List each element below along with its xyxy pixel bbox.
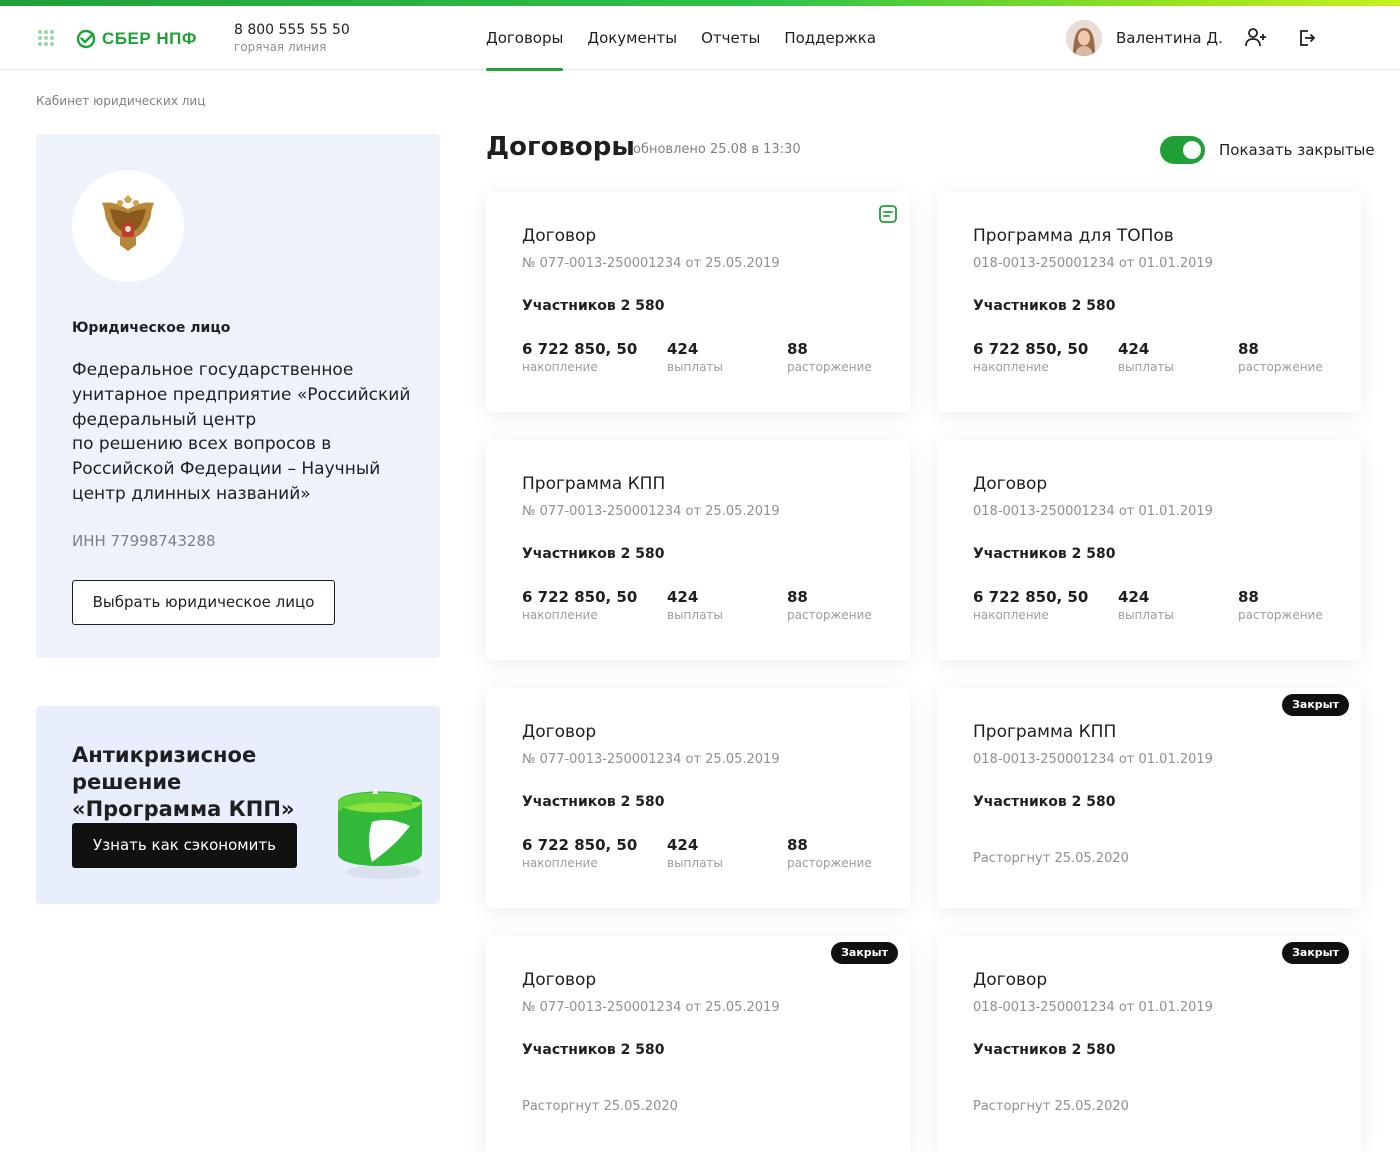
logout-icon[interactable]: [1294, 25, 1320, 51]
sber-logo-icon: [76, 29, 96, 49]
contract-card[interactable]: Закрыт Договор 018-0013-250001234 от 01.…: [937, 936, 1361, 1152]
user-photo-icon: [1066, 20, 1102, 56]
stat-savings: 6 722 850, 50 накопление: [522, 836, 638, 870]
contract-card[interactable]: Закрыт Договор № 077-0013-250001234 от 2…: [486, 936, 910, 1152]
card-number: № 077-0013-250001234 от 25.05.2019: [522, 256, 780, 271]
entity-name: Федеральное государственное унитарное пр…: [72, 360, 411, 504]
card-title: Договор: [973, 474, 1048, 494]
stat-payouts: 424 выплаты: [1118, 588, 1174, 622]
app-header: СБЕР НПФ 8 800 555 55 50 горячая линия Д…: [0, 6, 1400, 71]
contract-card[interactable]: Договор 018-0013-250001234 от 01.01.2019…: [937, 440, 1361, 660]
hotline-label: горячая линия: [234, 40, 327, 54]
terminated-date: Расторгнут 25.05.2020: [973, 851, 1129, 866]
card-participants: Участников 2 580: [973, 298, 1116, 314]
card-number: 018-0013-250001234 от 01.01.2019: [973, 504, 1213, 519]
stat-payouts: 424 выплаты: [1118, 340, 1174, 374]
nav-support[interactable]: Поддержка: [784, 6, 876, 70]
add-user-icon[interactable]: [1243, 25, 1269, 51]
closed-badge: Закрыт: [1282, 694, 1349, 716]
card-number: № 077-0013-250001234 от 25.05.2019: [522, 504, 780, 519]
stat-payouts: 424 выплаты: [667, 836, 723, 870]
avatar[interactable]: [1066, 20, 1102, 56]
nav-reports[interactable]: Отчеты: [701, 6, 760, 70]
contract-card[interactable]: Договор № 077-0013-250001234 от 25.05.20…: [486, 192, 910, 412]
card-number: 018-0013-250001234 от 01.01.2019: [973, 256, 1213, 271]
card-participants: Участников 2 580: [973, 546, 1116, 562]
show-closed-toggle[interactable]: [1160, 136, 1205, 164]
contract-card[interactable]: Закрыт Программа КПП 018-0013-250001234 …: [937, 688, 1361, 908]
nav-documents[interactable]: Документы: [587, 6, 677, 70]
user-area: Валентина Д.: [1066, 20, 1320, 56]
entity-panel: Юридическое лицо Федеральное государстве…: [36, 134, 440, 658]
stat-termination: 88 расторжение: [787, 588, 872, 622]
stat-termination: 88 расторжение: [787, 836, 872, 870]
user-name[interactable]: Валентина Д.: [1116, 29, 1223, 47]
logo-text: СБЕР НПФ: [102, 29, 197, 48]
stat-payouts: 424 выплаты: [667, 588, 723, 622]
card-number: № 077-0013-250001234 от 25.05.2019: [522, 752, 780, 767]
stat-payouts: 424 выплаты: [667, 340, 723, 374]
stat-savings: 6 722 850, 50 накопление: [973, 588, 1089, 622]
card-title: Договор: [973, 970, 1048, 990]
card-participants: Участников 2 580: [522, 1042, 665, 1058]
terminated-date: Расторгнут 25.05.2020: [522, 1099, 678, 1114]
contract-card[interactable]: Программа для ТОПов 018-0013-250001234 о…: [937, 192, 1361, 412]
closed-badge: Закрыт: [831, 942, 898, 964]
entity-type-label: Юридическое лицо: [72, 320, 231, 336]
contract-card[interactable]: Программа КПП № 077-0013-250001234 от 25…: [486, 440, 910, 660]
stat-savings: 6 722 850, 50 накопление: [522, 340, 638, 374]
card-participants: Участников 2 580: [522, 794, 665, 810]
toggle-knob: [1183, 141, 1201, 159]
contracts-grid: Договор № 077-0013-250001234 от 25.05.20…: [486, 192, 1366, 1152]
logo[interactable]: СБЕР НПФ: [76, 27, 197, 51]
closed-badge: Закрыт: [1282, 942, 1349, 964]
card-title: Программа КПП: [522, 474, 666, 494]
hotline-phone[interactable]: 8 800 555 55 50: [234, 21, 350, 39]
stat-savings: 6 722 850, 50 накопление: [973, 340, 1089, 374]
contract-card[interactable]: Договор № 077-0013-250001234 от 25.05.20…: [486, 688, 910, 908]
stat-termination: 88 расторжение: [787, 340, 872, 374]
promo-ribbon-icon: [338, 788, 422, 879]
page-title: Договоры: [486, 132, 635, 162]
card-title: Программа для ТОПов: [973, 226, 1174, 246]
terminated-date: Расторгнут 25.05.2020: [973, 1099, 1129, 1114]
card-participants: Участников 2 580: [522, 546, 665, 562]
card-participants: Участников 2 580: [973, 1042, 1116, 1058]
stat-termination: 88 расторжение: [1238, 340, 1323, 374]
emblem-circle: [72, 170, 184, 282]
card-title: Договор: [522, 970, 597, 990]
apps-grid-icon[interactable]: [38, 30, 54, 46]
entity-inn: ИНН 77998743288: [72, 532, 216, 550]
card-participants: Участников 2 580: [522, 298, 665, 314]
document-icon[interactable]: [878, 204, 898, 224]
nav-contracts[interactable]: Договоры: [486, 6, 564, 71]
coat-of-arms-icon: [102, 195, 154, 251]
card-title: Программа КПП: [973, 722, 1117, 742]
hotline: 8 800 555 55 50 горячая линия: [234, 21, 350, 55]
show-closed-label[interactable]: Показать закрытые: [1219, 141, 1375, 159]
updated-timestamp: обновлено 25.08 в 13:30: [633, 142, 801, 157]
card-participants: Участников 2 580: [973, 794, 1116, 810]
stat-termination: 88 расторжение: [1238, 588, 1323, 622]
learn-savings-button[interactable]: Узнать как сэкономить: [72, 823, 297, 868]
promo-title: Антикризисное решение «Программа КПП»: [72, 743, 295, 821]
breadcrumb[interactable]: Кабинет юридических лиц: [36, 94, 205, 108]
card-title: Договор: [522, 722, 597, 742]
card-number: 018-0013-250001234 от 01.01.2019: [973, 1000, 1213, 1015]
card-number: 018-0013-250001234 от 01.01.2019: [973, 752, 1213, 767]
card-number: № 077-0013-250001234 от 25.05.2019: [522, 1000, 780, 1015]
main-nav: Договоры Документы Отчеты Поддержка: [486, 6, 876, 71]
stat-savings: 6 722 850, 50 накопление: [522, 588, 638, 622]
select-entity-button[interactable]: Выбрать юридическое лицо: [72, 580, 335, 625]
card-title: Договор: [522, 226, 597, 246]
promo-banner: Антикризисное решение «Программа КПП» Уз…: [36, 706, 440, 904]
